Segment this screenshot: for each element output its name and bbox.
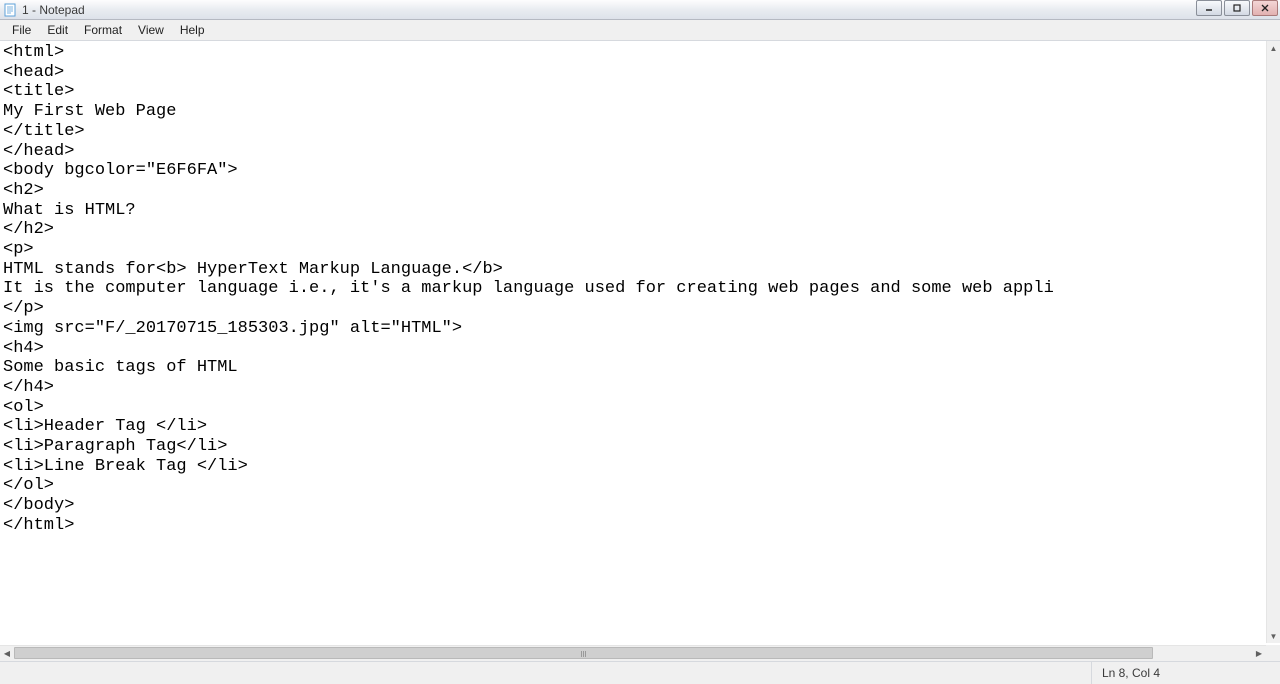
- menu-help[interactable]: Help: [172, 21, 213, 39]
- cursor-position: Ln 8, Col 4: [1091, 662, 1220, 684]
- horizontal-scrollbar[interactable]: ◀ ▶: [0, 645, 1266, 661]
- menu-edit[interactable]: Edit: [39, 21, 76, 39]
- scrollbar-corner: [1266, 645, 1280, 661]
- horizontal-scrollbar-thumb[interactable]: [14, 647, 1153, 659]
- close-button[interactable]: [1252, 0, 1278, 16]
- menu-view[interactable]: View: [130, 21, 172, 39]
- notepad-icon: [2, 2, 18, 18]
- window-controls: [1196, 0, 1278, 18]
- horizontal-scrollbar-track[interactable]: [14, 646, 1252, 661]
- window-title: 1 - Notepad: [22, 3, 85, 17]
- editor-area: <html> <head> <title> My First Web Page …: [0, 41, 1280, 661]
- scroll-up-arrow-icon[interactable]: ▲: [1267, 41, 1280, 55]
- titlebar[interactable]: 1 - Notepad: [0, 0, 1280, 20]
- maximize-button[interactable]: [1224, 0, 1250, 16]
- menu-file[interactable]: File: [4, 21, 39, 39]
- statusbar: Ln 8, Col 4: [0, 661, 1280, 684]
- scroll-down-arrow-icon[interactable]: ▼: [1267, 629, 1280, 643]
- menu-format[interactable]: Format: [76, 21, 130, 39]
- scroll-right-arrow-icon[interactable]: ▶: [1252, 646, 1266, 661]
- text-editor[interactable]: <html> <head> <title> My First Web Page …: [0, 41, 1266, 643]
- vertical-scrollbar[interactable]: ▲ ▼: [1266, 41, 1280, 643]
- menubar: File Edit Format View Help: [0, 20, 1280, 41]
- minimize-button[interactable]: [1196, 0, 1222, 16]
- scroll-left-arrow-icon[interactable]: ◀: [0, 646, 14, 661]
